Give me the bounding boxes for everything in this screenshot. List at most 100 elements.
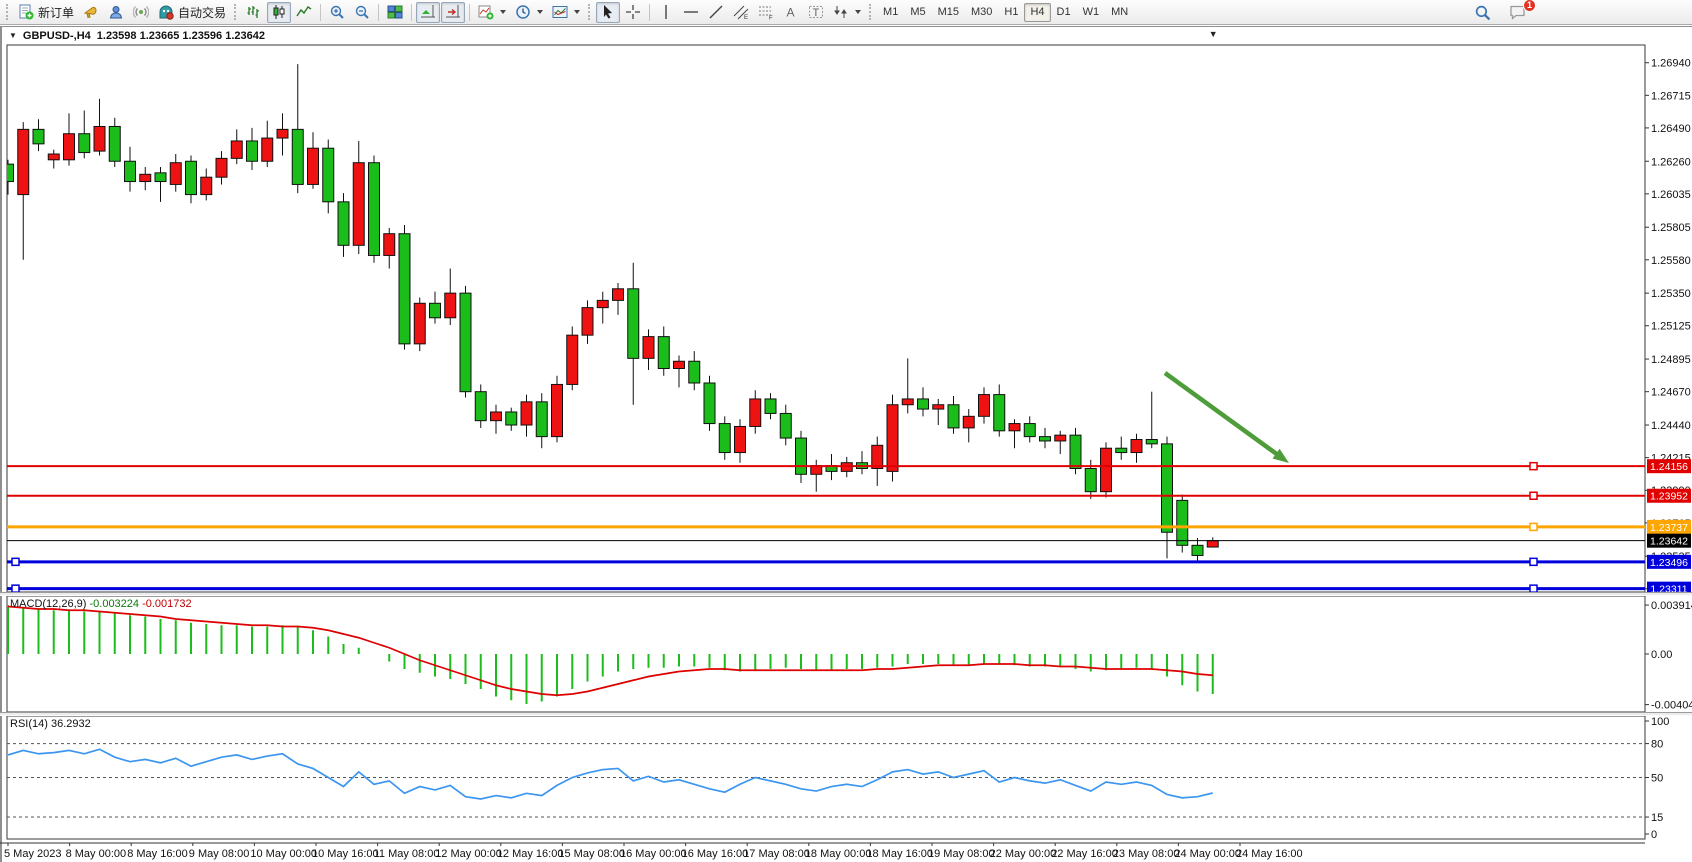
rsi-pane[interactable] <box>7 744 1645 817</box>
toolbar-grip[interactable] <box>6 4 10 20</box>
new-order-button[interactable]: 新订单 <box>14 2 78 23</box>
zoom-out-icon <box>354 4 370 20</box>
rsi-indicator-label: RSI(14) 36.2932 <box>10 718 91 730</box>
svg-text:1.25805: 1.25805 <box>1651 222 1691 234</box>
horizontal-line-1.23952[interactable] <box>7 492 1645 499</box>
chart-canvas[interactable]: ▼1.269401.267151.264901.262601.260351.25… <box>0 26 1692 862</box>
chart-shift-button[interactable] <box>441 2 465 23</box>
tab-timeframe-D1[interactable]: D1 <box>1051 3 1077 22</box>
svg-text:5 May 2023: 5 May 2023 <box>4 848 61 860</box>
autotrading-label: 自动交易 <box>178 4 226 21</box>
crosshair-button[interactable] <box>621 2 645 23</box>
tab-timeframe-M1[interactable]: M1 <box>877 3 904 22</box>
notification-badge: 1 <box>1523 0 1536 12</box>
tile-windows-icon <box>387 4 403 20</box>
text-label-button[interactable]: T <box>804 2 828 23</box>
svg-text:15 May 08:00: 15 May 08:00 <box>558 848 625 860</box>
toolbar-grip[interactable] <box>588 4 592 20</box>
tab-timeframe-M5[interactable]: M5 <box>904 3 931 22</box>
vertical-line-button[interactable] <box>654 2 678 23</box>
svg-text:-0.004049: -0.004049 <box>1651 700 1692 712</box>
svg-text:100: 100 <box>1651 716 1669 728</box>
horizontal-line-1.23737[interactable] <box>7 523 1645 530</box>
tab-timeframe-M30[interactable]: M30 <box>965 3 998 22</box>
alerts-button[interactable] <box>79 2 103 23</box>
svg-text:0: 0 <box>1651 829 1657 841</box>
svg-text:F: F <box>769 16 773 21</box>
svg-text:18 May 16:00: 18 May 16:00 <box>866 848 933 860</box>
notifications-button[interactable]: 1 <box>1505 2 1531 23</box>
tab-timeframe-H4[interactable]: H4 <box>1024 3 1050 22</box>
indicators-button[interactable] <box>474 2 510 23</box>
rsi-value: 36.2932 <box>51 718 91 730</box>
community-button[interactable] <box>104 2 128 23</box>
svg-text:E: E <box>744 15 748 20</box>
macd-pane[interactable] <box>7 605 1214 704</box>
dropdown-arrow-icon <box>500 10 506 14</box>
template-icon <box>552 4 568 20</box>
timeframe-group: M1M5M15M30H1H4D1W1MN <box>877 3 1134 22</box>
horizontal-line-button[interactable] <box>679 2 703 23</box>
toolbar-grip[interactable] <box>234 4 238 20</box>
svg-text:1.25350: 1.25350 <box>1651 288 1691 300</box>
svg-text:24 May 00:00: 24 May 00:00 <box>1174 848 1241 860</box>
tab-timeframe-M15[interactable]: M15 <box>932 3 965 22</box>
dropdown-arrow-icon <box>537 10 543 14</box>
pane-splitter[interactable] <box>0 592 1692 596</box>
macd-signal-value: -0.001732 <box>142 598 192 610</box>
svg-text:A: A <box>787 6 795 20</box>
new-order-label: 新订单 <box>38 4 74 21</box>
tile-windows-button[interactable] <box>383 2 407 23</box>
macd-signal-line <box>8 607 1213 696</box>
search-button[interactable] <box>1470 2 1495 23</box>
svg-text:10 May 16:00: 10 May 16:00 <box>312 848 379 860</box>
channel-button[interactable]: E <box>729 2 753 23</box>
signal-icon <box>133 4 149 20</box>
bar-chart-icon <box>246 4 262 20</box>
tab-timeframe-MN[interactable]: MN <box>1105 3 1134 22</box>
toolbar-grip[interactable] <box>869 4 873 20</box>
trend-arrow-annotation[interactable] <box>1165 373 1289 463</box>
tab-timeframe-W1[interactable]: W1 <box>1077 3 1106 22</box>
svg-text:1.23737: 1.23737 <box>1650 522 1688 534</box>
fibonacci-icon: F <box>758 4 774 20</box>
arrows-button[interactable] <box>829 2 865 23</box>
cursor-button[interactable] <box>596 2 620 23</box>
svg-text:10 May 00:00: 10 May 00:00 <box>250 848 317 860</box>
periods-button[interactable] <box>511 2 547 23</box>
tab-timeframe-H1[interactable]: H1 <box>998 3 1024 22</box>
svg-text:0.003914: 0.003914 <box>1651 600 1692 612</box>
svg-text:T: T <box>813 7 820 19</box>
svg-text:1.26260: 1.26260 <box>1651 156 1691 168</box>
macd-main-value: -0.003224 <box>89 598 139 610</box>
svg-text:80: 80 <box>1651 739 1663 751</box>
line-chart-button[interactable] <box>292 2 316 23</box>
trendline-button[interactable] <box>704 2 728 23</box>
zoom-in-button[interactable] <box>325 2 349 23</box>
svg-text:19 May 08:00: 19 May 08:00 <box>928 848 995 860</box>
svg-text:1.24156: 1.24156 <box>1650 461 1688 473</box>
pane-splitter[interactable] <box>0 712 1692 716</box>
autotrading-button[interactable]: 自动交易 <box>154 2 230 23</box>
svg-text:1.24440: 1.24440 <box>1651 420 1691 432</box>
auto-scroll-button[interactable] <box>416 2 440 23</box>
templates-button[interactable] <box>548 2 584 23</box>
svg-text:24 May 16:00: 24 May 16:00 <box>1236 848 1303 860</box>
candlestick-chart-button[interactable] <box>267 2 291 23</box>
main-toolbar: 新订单 自动交易 <box>0 0 1692 25</box>
svg-text:11 May 08:00: 11 May 08:00 <box>374 848 440 860</box>
price-pane[interactable] <box>3 64 1290 561</box>
svg-text:1.26035: 1.26035 <box>1651 189 1691 201</box>
svg-text:12 May 16:00: 12 May 16:00 <box>497 848 564 860</box>
time-axis[interactable] <box>0 843 1645 846</box>
toolbar-separator <box>649 4 650 21</box>
signals-button[interactable] <box>129 2 153 23</box>
fibonacci-button[interactable]: F <box>754 2 778 23</box>
zoom-out-button[interactable] <box>350 2 374 23</box>
candles <box>3 64 1219 561</box>
horizontal-line-1.23496[interactable] <box>7 558 1645 565</box>
person-icon <box>108 4 124 20</box>
bar-chart-button[interactable] <box>242 2 266 23</box>
text-button[interactable]: A <box>779 2 803 23</box>
svg-text:18 May 00:00: 18 May 00:00 <box>805 848 872 860</box>
